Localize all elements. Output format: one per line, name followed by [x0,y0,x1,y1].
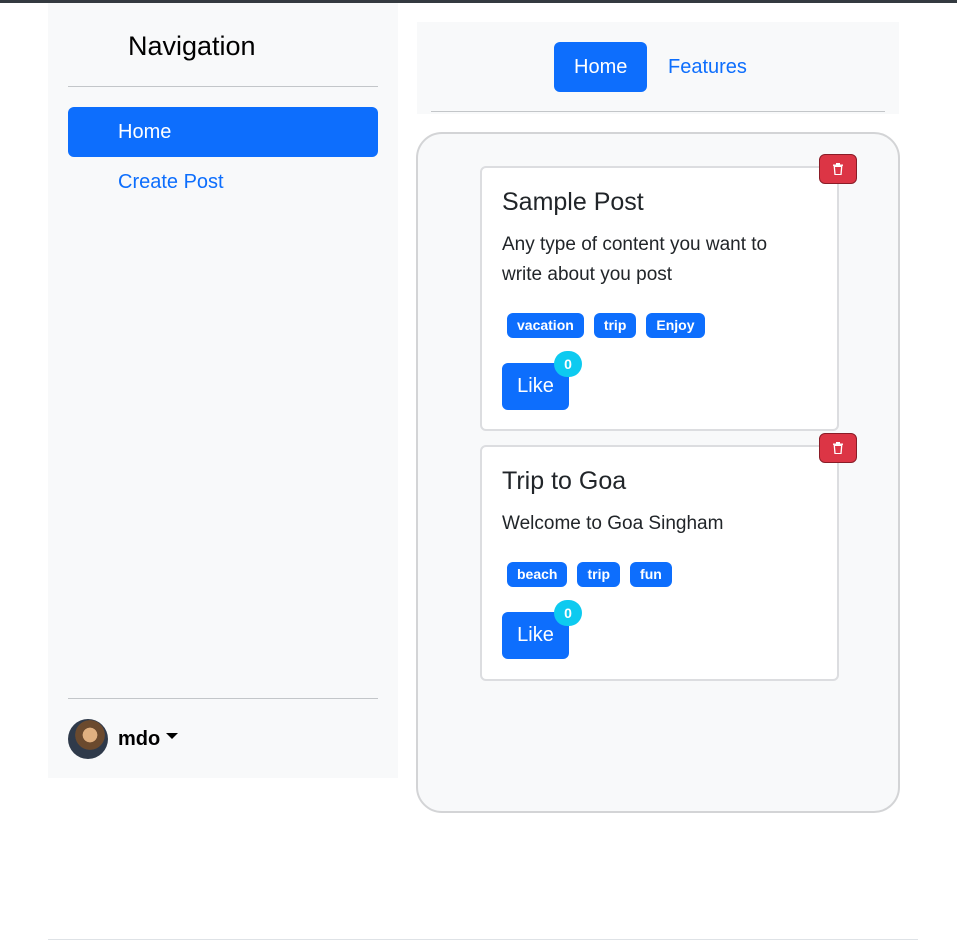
sidebar-divider [68,698,378,699]
delete-post-button[interactable] [819,433,857,463]
tag-badge: Enjoy [646,313,705,338]
post-title: Trip to Goa [502,467,627,495]
tag-badge: trip [577,562,621,587]
tab-features[interactable]: Features [648,42,767,92]
tag-badge: fun [630,562,672,587]
sidebar-item-create-post[interactable]: Create Post [68,157,378,207]
user-dropdown[interactable]: mdo [68,719,179,759]
post-card: Sample Post Any type of content you want… [480,154,857,431]
trash-icon [833,163,843,175]
avatar [68,719,108,759]
tab-home[interactable]: Home [554,42,648,92]
tag-badge: trip [593,313,637,338]
username: mdo [118,727,161,750]
tag-list: beach trip fun [507,562,672,587]
footer-divider [48,939,918,940]
tag-badge: vacation [507,313,584,338]
like-count-badge: 0 [554,351,582,377]
like-count-badge: 0 [554,600,582,626]
tag-badge: beach [507,562,568,587]
delete-post-button[interactable] [819,154,857,184]
sidebar-item-home[interactable]: Home [68,107,378,157]
sidebar-title: Navigation [128,31,256,61]
post-card: Trip to Goa Welcome to Goa Singham beach… [480,433,857,681]
header-divider [431,111,885,112]
caret-down-icon [166,733,179,739]
post-title: Sample Post [502,188,644,216]
tag-list: vacation trip Enjoy [507,313,705,338]
like-button[interactable]: Like 0 [502,351,582,410]
header-nav: Home Features [417,22,899,114]
sidebar-divider [68,86,378,87]
post-list: Sample Post Any type of content you want… [416,132,900,813]
trash-icon [833,442,843,454]
like-label: Like [517,624,554,646]
like-label: Like [517,375,554,397]
post-body: Any type of content you want to write ab… [502,234,768,285]
like-button[interactable]: Like 0 [502,600,582,659]
post-body: Welcome to Goa Singham [502,513,724,534]
sidebar: Navigation Home Create Post mdo [48,3,398,778]
